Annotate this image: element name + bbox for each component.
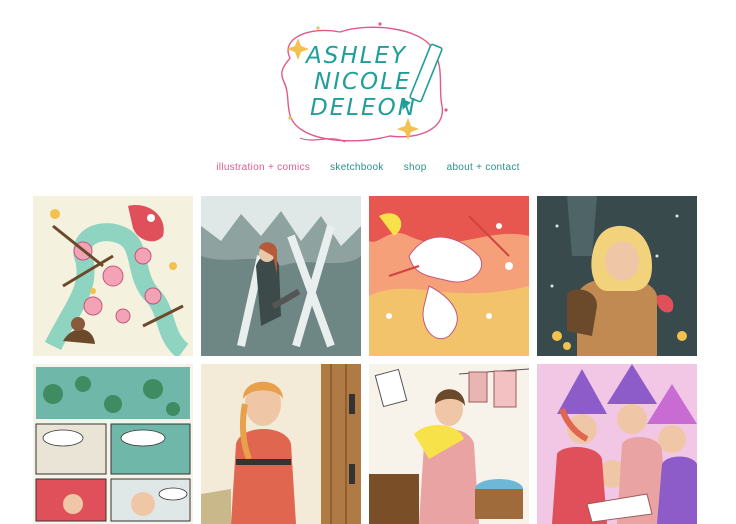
- gallery-grid: [33, 196, 697, 524]
- witches-reading-image: [537, 364, 697, 524]
- main-nav: illustration + comics sketchbook shop ab…: [0, 162, 736, 173]
- cave-explorer-image: [201, 196, 361, 356]
- logo-line-1: ASHLEY: [306, 43, 408, 69]
- site-logo[interactable]: ASHLEY NICOLE DELEON: [270, 18, 460, 150]
- woman-at-door-image: [201, 364, 361, 524]
- nav-shop[interactable]: shop: [404, 162, 427, 173]
- nav-sketchbook[interactable]: sketchbook: [330, 162, 384, 173]
- gallery-tile-woman-at-door[interactable]: [201, 364, 361, 524]
- logo-line-2: NICOLE: [314, 69, 412, 95]
- laundry-witch-image: [369, 364, 529, 524]
- fire-battle-image: [369, 196, 529, 356]
- gallery-tile-forest-traveler[interactable]: [537, 196, 697, 356]
- nav-illustration-comics[interactable]: illustration + comics: [216, 162, 310, 173]
- gallery-tile-fire-battle[interactable]: [369, 196, 529, 356]
- flowers-dragon-image: [33, 196, 193, 356]
- comic-page-image: [33, 364, 193, 524]
- logo-line-3: DELEON: [310, 95, 417, 121]
- gallery-tile-laundry-witch[interactable]: [369, 364, 529, 524]
- gallery-tile-flowers-dragon[interactable]: [33, 196, 193, 356]
- nav-about-contact[interactable]: about + contact: [447, 162, 520, 173]
- gallery-tile-comic-page[interactable]: [33, 364, 193, 524]
- gallery-tile-cave-explorer[interactable]: [201, 196, 361, 356]
- gallery-tile-witches-reading[interactable]: [537, 364, 697, 524]
- forest-traveler-image: [537, 196, 697, 356]
